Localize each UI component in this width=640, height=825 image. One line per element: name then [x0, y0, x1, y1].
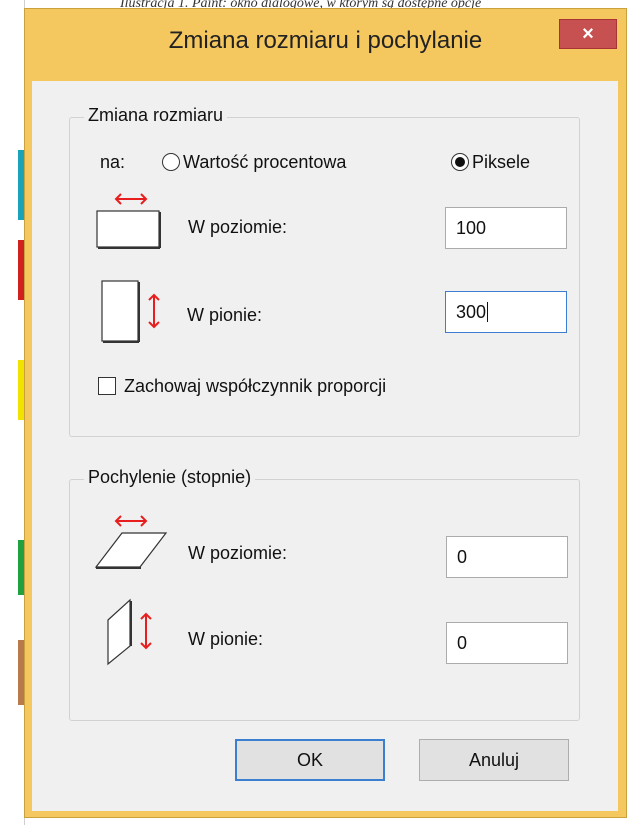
title-bar[interactable]: Zmiana rozmiaru i pochylanie × [25, 9, 626, 81]
skew-horizontal-label: W poziomie: [188, 543, 288, 563]
pixels-radio[interactable] [451, 153, 469, 171]
resize-vertical-icon [101, 280, 160, 343]
skew-horizontal-value: 0 [457, 546, 468, 567]
resize-horizontal-input[interactable]: 100 [445, 207, 567, 249]
resize-vertical-label: W pionie: [187, 305, 263, 325]
resize-vertical-input[interactable]: 300 [445, 291, 567, 333]
dialog-title: Zmiana rozmiaru i pochylanie [168, 27, 483, 54]
resize-vertical-value: 300 [456, 301, 487, 322]
skew-vertical-input[interactable]: 0 [446, 622, 568, 664]
ok-button[interactable]: OK [235, 739, 385, 781]
skew-vertical-value: 0 [457, 632, 468, 653]
text-caret [487, 302, 489, 322]
keep-ratio-label[interactable]: Zachowaj współczynnik proporcji [124, 376, 386, 397]
dialog-client-area: Zmiana rozmiaru na: Wartość procentowa P… [32, 81, 618, 811]
cancel-button[interactable]: Anuluj [419, 739, 569, 781]
resize-by-label: na: [100, 152, 126, 172]
percent-radio[interactable] [162, 153, 180, 171]
resize-horizontal-label: W poziomie: [188, 217, 288, 237]
skew-vertical-label: W pionie: [188, 629, 264, 649]
close-button[interactable]: × [559, 19, 617, 49]
pixels-radio-label[interactable]: Piksele [472, 152, 530, 173]
skew-horizontal-input[interactable]: 0 [446, 536, 568, 578]
keep-ratio-checkbox[interactable] [98, 377, 116, 395]
skew-vertical-icon [107, 598, 152, 666]
resize-horizontal-icon [96, 193, 161, 249]
percent-radio-label[interactable]: Wartość procentowa [183, 152, 346, 173]
resize-skew-dialog: Zmiana rozmiaru i pochylanie × Zmiana ro… [24, 8, 627, 818]
resize-horizontal-value: 100 [456, 217, 487, 238]
background-right-strip [627, 0, 640, 825]
resize-group-label: Zmiana rozmiaru [84, 105, 228, 126]
skew-group-label: Pochylenie (stopnie) [84, 467, 256, 488]
close-icon: × [582, 22, 594, 45]
skew-horizontal-icon [94, 515, 168, 569]
